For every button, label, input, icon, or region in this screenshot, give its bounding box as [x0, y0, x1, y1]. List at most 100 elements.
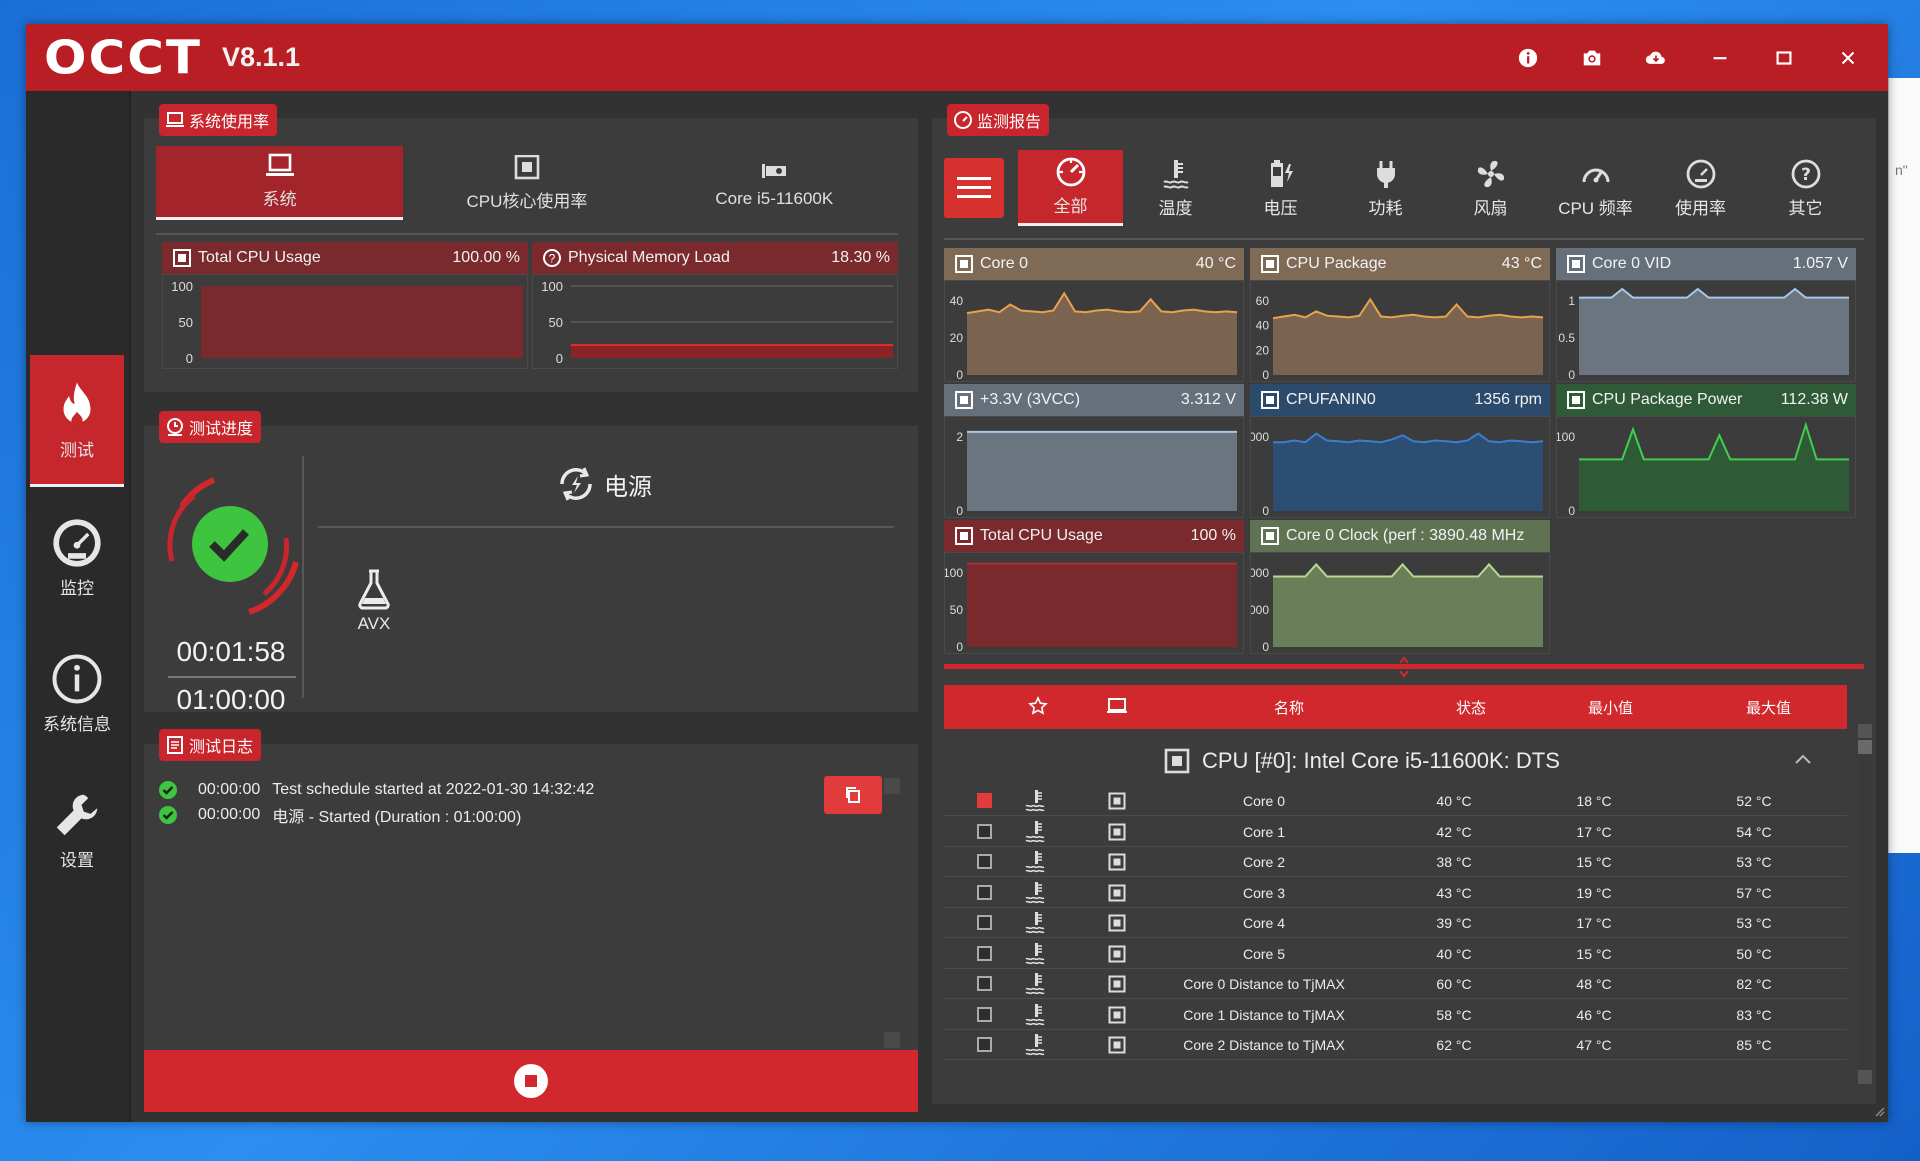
- row-checkbox[interactable]: [977, 854, 992, 869]
- tab-fan[interactable]: 风扇: [1438, 150, 1543, 226]
- sensor-chart-value: 100 %: [1190, 527, 1236, 544]
- row-checkbox[interactable]: [977, 793, 992, 808]
- scroll-down-button[interactable]: [1858, 1070, 1872, 1084]
- tick-label: 100: [1557, 430, 1575, 444]
- tick-label: 0: [956, 368, 963, 382]
- tab-cpu-model[interactable]: Core i5-11600K: [651, 146, 898, 220]
- sensor-chart: 20: [944, 416, 1244, 518]
- row-checkbox[interactable]: [977, 884, 992, 900]
- tick-label: 0: [186, 351, 193, 366]
- sensor-group-title: CPU [#0]: Intel Core i5-11600K: DTS: [1202, 748, 1560, 773]
- tab-system[interactable]: 系统: [156, 146, 404, 220]
- column-header-max[interactable]: 最大值: [1746, 697, 1791, 718]
- tab-usage[interactable]: 使用率: [1648, 150, 1753, 226]
- system-usage-panel: 系统 CPU核心使用率 Core i5-11600K Total CPU Usa…: [144, 118, 918, 392]
- table-row[interactable]: Core 5 40 °C 15 °C 50 °C: [944, 939, 1847, 969]
- battery-icon: [1270, 159, 1293, 187]
- close-button[interactable]: [1816, 24, 1880, 91]
- tab-temperature[interactable]: 温度: [1123, 150, 1228, 226]
- tab-power[interactable]: 功耗: [1333, 150, 1438, 226]
- gauge-icon: [53, 518, 101, 567]
- stop-test-button[interactable]: [144, 1050, 918, 1112]
- table-row[interactable]: Core 3 43 °C 19 °C 57 °C: [944, 878, 1847, 908]
- column-header-status[interactable]: 状态: [1456, 697, 1486, 718]
- row-checkbox[interactable]: [977, 823, 992, 839]
- tab-cpu-frequency[interactable]: CPU 频率: [1543, 150, 1648, 226]
- sensor-max: 83 °C: [1736, 1006, 1772, 1023]
- sensor-chart-header[interactable]: Core 0 Clock (perf : 3890.48 MHz: [1250, 520, 1550, 552]
- sensor-chart-svg: 100 0: [1557, 421, 1849, 518]
- scroll-up-button[interactable]: [1858, 724, 1872, 738]
- sensor-min: 17 °C: [1576, 915, 1612, 931]
- sensor-min: 17 °C: [1576, 823, 1612, 840]
- tick-label: 1000: [1251, 430, 1269, 444]
- table-row[interactable]: Core 0 Distance to TjMAX 60 °C 48 °C 82 °C: [944, 969, 1847, 999]
- table-row[interactable]: Core 0 40 °C 18 °C 52 °C: [944, 786, 1847, 816]
- usage-fill: [201, 286, 523, 358]
- table-scrollbar[interactable]: [1858, 724, 1872, 1084]
- sensor-chart-header[interactable]: Core 0 VID 1.057 V: [1556, 248, 1856, 280]
- tick-label: 50: [549, 315, 563, 330]
- table-row[interactable]: Core 2 38 °C 15 °C 53 °C: [944, 847, 1847, 877]
- copy-log-button[interactable]: [824, 776, 882, 814]
- tab-all[interactable]: 全部: [1018, 150, 1123, 226]
- cpu-chip-icon: [1261, 255, 1279, 273]
- device-icon[interactable]: [1106, 697, 1128, 715]
- sidebar-item-test[interactable]: 测试: [30, 355, 124, 487]
- sidebar-item-settings[interactable]: 设置: [30, 763, 124, 895]
- scrollbar-up[interactable]: [884, 778, 900, 794]
- sensor-chart-header[interactable]: CPU Package 43 °C: [1250, 248, 1550, 280]
- row-checkbox[interactable]: [977, 976, 992, 991]
- sidebar-item-label: 测试: [60, 441, 94, 460]
- tick-label: 2000: [1251, 603, 1269, 617]
- tick-label: 100: [171, 279, 193, 294]
- table-row[interactable]: Core 4 39 °C 17 °C 53 °C: [944, 908, 1847, 938]
- sensor-chart-value: 3.312 V: [1180, 391, 1236, 408]
- thermometer-icon: [1025, 912, 1045, 934]
- tab-cpu-core-usage[interactable]: CPU核心使用率: [403, 146, 650, 220]
- minimize-button[interactable]: [1688, 24, 1752, 91]
- all-icon: [1056, 157, 1085, 187]
- usage-fill: [571, 345, 893, 358]
- row-checkbox[interactable]: [977, 1006, 992, 1022]
- sensor-chart-header[interactable]: Total CPU Usage 100 %: [944, 520, 1244, 552]
- cpu-chip-icon: [1261, 391, 1279, 409]
- column-header-name[interactable]: 名称: [1274, 697, 1304, 718]
- cloud-download-button[interactable]: [1624, 24, 1688, 91]
- title-bar[interactable]: OCCT V8.1.1: [26, 24, 1888, 91]
- screenshot-button[interactable]: [1560, 24, 1624, 91]
- column-header-min[interactable]: 最小值: [1588, 697, 1633, 718]
- row-checkbox[interactable]: [977, 1037, 992, 1052]
- sensor-chart-header[interactable]: CPUFANIN0 1356 rpm: [1250, 384, 1550, 416]
- sidebar-item-system-info[interactable]: 系统信息: [30, 627, 124, 759]
- sensor-status: 40 °C: [1436, 793, 1472, 809]
- row-checkbox[interactable]: [977, 915, 992, 930]
- sensor-chart-header[interactable]: CPU Package Power 112.38 W: [1556, 384, 1856, 416]
- sidebar-item-monitor[interactable]: 监控: [30, 491, 124, 623]
- minimize-icon: [1713, 56, 1727, 59]
- table-row[interactable]: Core 1 42 °C 17 °C 54 °C: [944, 817, 1847, 847]
- maximize-button[interactable]: [1752, 24, 1816, 91]
- monitor-tabs: 全部 温度 电压 功耗 风扇 CPU 频率 使用率 ? 其它: [1018, 150, 1858, 226]
- table-row[interactable]: Core 1 Distance to TjMAX 58 °C 46 °C 83 °C: [944, 1000, 1847, 1030]
- sensor-status: 40 °C: [1436, 945, 1472, 962]
- menu-button[interactable]: [944, 158, 1004, 218]
- scroll-thumb[interactable]: [1858, 740, 1872, 754]
- info-button[interactable]: [1496, 24, 1560, 91]
- document-icon: [167, 736, 183, 754]
- sensor-chart-header[interactable]: Core 0 40 °C: [944, 248, 1244, 280]
- sensor-group-header[interactable]: CPU [#0]: Intel Core i5-11600K: DTS: [944, 738, 1847, 784]
- table-row[interactable]: Core 2 Distance to TjMAX 62 °C 47 °C 85 °C: [944, 1030, 1847, 1060]
- resize-grip-icon[interactable]: [1874, 1106, 1886, 1118]
- camera-icon: [1583, 50, 1601, 65]
- sensor-chart-header[interactable]: +3.3V (3VCC) 3.312 V: [944, 384, 1244, 416]
- sensor-chart: 1000 0: [1250, 416, 1550, 518]
- chart-physical-memory-load: 100 50 0: [532, 274, 898, 369]
- tab-voltage[interactable]: 电压: [1228, 150, 1333, 226]
- row-checkbox[interactable]: [977, 945, 992, 961]
- svg-text:?: ?: [549, 252, 556, 266]
- star-icon[interactable]: [1028, 696, 1048, 716]
- scrollbar-down[interactable]: [884, 1032, 900, 1048]
- chevron-up-icon[interactable]: [1794, 752, 1812, 766]
- tab-other[interactable]: ? 其它: [1753, 150, 1858, 226]
